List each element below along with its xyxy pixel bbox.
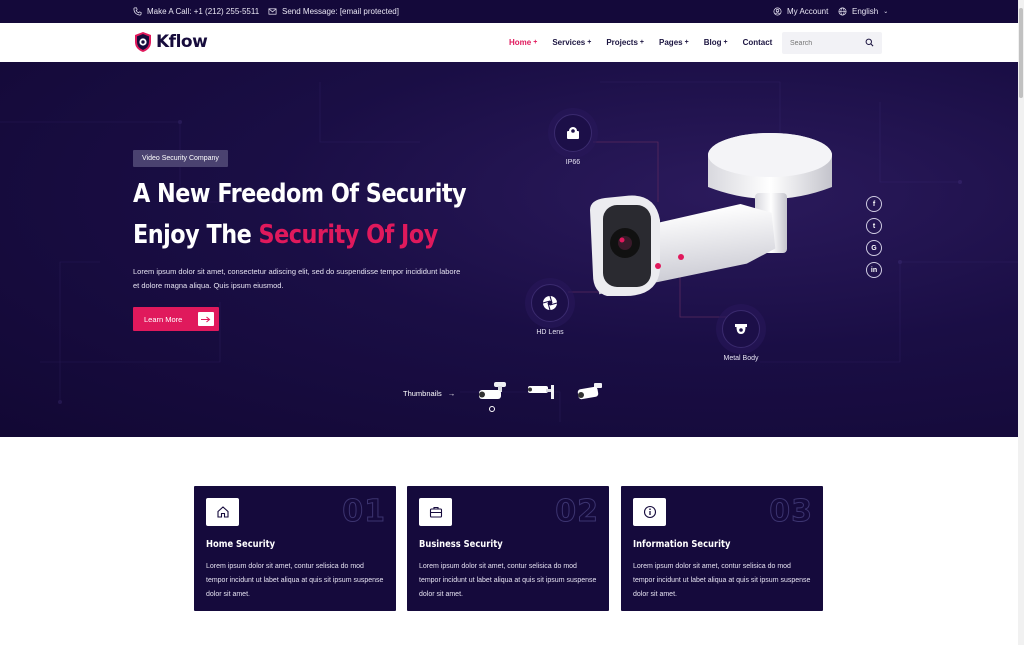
thumbnail-camera-2[interactable] [526, 380, 558, 404]
my-account-link[interactable]: My Account [773, 0, 828, 23]
phone-contact[interactable]: Make A Call: +1 (212) 255-5511 [133, 0, 259, 23]
card-number: 03 [769, 494, 813, 530]
nav-label: Pages [659, 38, 683, 47]
nav-label: Projects [606, 38, 638, 47]
google-icon[interactable]: G [866, 240, 882, 256]
aperture-icon [531, 284, 569, 322]
search-box [782, 32, 882, 54]
feature-ip66: IP66 [554, 114, 592, 166]
thumbnail-camera-1[interactable] [476, 380, 508, 404]
email-text: Send Message: [email protected] [282, 7, 399, 16]
security-camera-image [590, 133, 832, 296]
mail-icon [268, 8, 277, 15]
plus-icon: + [587, 39, 592, 46]
card-title: Information Security [633, 539, 731, 550]
phone-text: Make A Call: +1 (212) 255-5511 [147, 7, 260, 16]
globe-icon [838, 7, 847, 16]
service-card-home[interactable]: 01 Home Security Lorem ipsum dolor sit a… [194, 486, 396, 611]
card-text: Lorem ipsum dolor sit amet, contur selis… [419, 563, 597, 598]
card-number: 02 [555, 494, 599, 530]
thumbnail-camera-3[interactable] [574, 380, 606, 404]
site-logo[interactable]: Kflow [133, 31, 208, 53]
waterproof-icon [554, 114, 592, 152]
nav-item-pages[interactable]: Pages + [659, 38, 689, 47]
feature-label: HD Lens [536, 329, 564, 336]
plus-icon: + [684, 39, 689, 46]
nav-label: Blog [703, 38, 722, 47]
twitter-icon[interactable]: t [866, 218, 882, 234]
logo-text: Kflow [156, 32, 208, 52]
nav-label: Home [509, 38, 532, 47]
dome-camera-icon [722, 310, 760, 348]
nav-item-contact[interactable]: Contact [743, 38, 773, 47]
feature-label: Metal Body [723, 355, 759, 362]
account-text: My Account [787, 7, 829, 16]
card-title: Business Security [419, 539, 503, 550]
nav-label: Contact [742, 38, 773, 47]
thumbnails-label: Thumbnails → [403, 389, 455, 398]
main-nav: Home + Services + Projects + Pages + Blog + C… [509, 23, 787, 62]
plus-icon: + [723, 39, 728, 46]
search-icon[interactable] [865, 38, 874, 47]
card-number: 01 [342, 494, 386, 530]
arrow-right-icon: → [447, 389, 456, 398]
main-header: Kflow Home + Services + Projects + Pages + B… [0, 23, 1018, 62]
facebook-icon[interactable]: f [866, 196, 882, 212]
briefcase-icon [419, 498, 452, 526]
plus-icon: + [639, 39, 645, 46]
top-bar: Make A Call: +1 (212) 255-5511 Send Mess… [0, 0, 1018, 23]
scrollbar-thumb[interactable] [1019, 8, 1023, 98]
home-icon [206, 498, 239, 526]
feature-metal-body: Metal Body [722, 310, 760, 362]
service-card-information[interactable]: 03 Information Security Lorem ipsum dolo… [621, 486, 823, 611]
phone-icon [133, 7, 142, 16]
plus-icon: + [533, 39, 538, 46]
nav-item-blog[interactable]: Blog + [704, 38, 728, 47]
page-scrollbar[interactable] [1018, 0, 1024, 645]
thumbnails-text: Thumbnails [403, 389, 442, 398]
linkedin-icon[interactable]: in [866, 262, 882, 278]
language-selector[interactable]: English ⌄ [838, 0, 888, 23]
nav-item-services[interactable]: Services + [552, 38, 591, 47]
search-input[interactable] [782, 32, 862, 54]
language-text: English [852, 7, 879, 16]
hero-section: Video Security Company A New Freedom Of … [0, 62, 1018, 437]
nav-item-projects[interactable]: Projects + [606, 38, 644, 47]
nav-item-home[interactable]: Home + [509, 38, 537, 47]
shield-camera-icon [135, 32, 151, 52]
feature-hd-lens: HD Lens [531, 284, 569, 336]
feature-label: IP66 [565, 159, 581, 166]
email-contact[interactable]: Send Message: [email protected] [268, 0, 399, 23]
card-text: Lorem ipsum dolor sit amet, contur selis… [206, 563, 384, 598]
info-icon [633, 498, 666, 526]
user-icon [773, 7, 782, 16]
service-card-business[interactable]: 02 Business Security Lorem ipsum dolor s… [407, 486, 609, 611]
slider-dot[interactable] [489, 406, 495, 412]
card-text: Lorem ipsum dolor sit amet, contur selis… [633, 563, 811, 598]
nav-label: Services [552, 38, 586, 47]
card-title: Home Security [206, 539, 276, 550]
chevron-down-icon: ⌄ [883, 9, 889, 15]
